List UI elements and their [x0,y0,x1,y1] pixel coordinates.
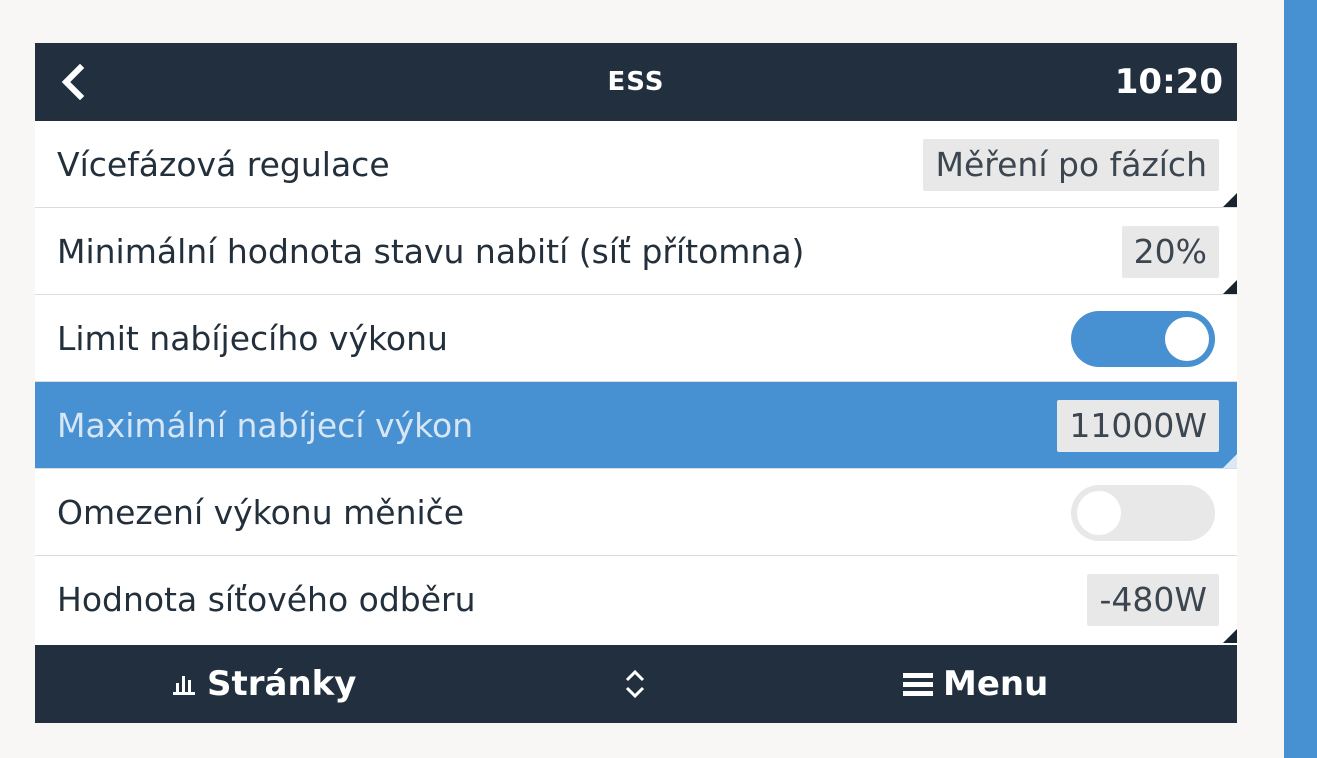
page-title: ESS [607,67,665,97]
setting-row-charge-power-limit[interactable]: Limit nabíjecího výkonu [35,295,1237,382]
pages-button[interactable]: Stránky [173,645,356,723]
side-accent-bar [1284,0,1317,758]
setting-value[interactable]: 11000W [1057,400,1219,452]
scroll-button[interactable] [615,659,655,709]
setting-label: Limit nabíjecího výkonu [57,319,448,358]
pages-label: Stránky [207,664,357,704]
setting-value[interactable]: Měření po fázích [923,139,1219,191]
device-screen: ESS 10:20 Vícefázová regulace Měření po … [35,43,1237,723]
setting-row-grid-setpoint[interactable]: Hodnota síťového odběru -480W [35,556,1237,643]
edit-corner-indicator [1223,629,1237,643]
setting-row-inverter-power-limit[interactable]: Omezení výkonu měniče [35,469,1237,556]
setting-value[interactable]: -480W [1087,574,1219,626]
hamburger-menu-icon [903,673,933,696]
setting-label: Hodnota síťového odběru [57,580,476,619]
setting-label: Vícefázová regulace [57,145,390,184]
charge-limit-toggle[interactable] [1071,311,1215,367]
inverter-limit-toggle[interactable] [1071,485,1215,541]
setting-row-max-charge-power[interactable]: Maximální nabíjecí výkon 11000W [35,382,1237,469]
menu-button[interactable]: Menu [903,645,1048,723]
bar-chart-icon [173,676,195,695]
toggle-knob [1077,491,1121,535]
setting-row-multiphase-regulation[interactable]: Vícefázová regulace Měření po fázích [35,121,1237,208]
toggle-knob [1165,317,1209,361]
edit-corner-indicator [1223,454,1237,468]
bottom-bar: Stránky Menu [35,645,1237,723]
menu-label: Menu [943,664,1049,704]
edit-corner-indicator [1223,193,1237,207]
clock: 10:20 [1114,62,1223,102]
up-down-chevron-icon [625,669,645,699]
setting-label: Minimální hodnota stavu nabití (síť přít… [57,232,805,271]
edit-corner-indicator [1223,280,1237,294]
setting-label: Omezení výkonu měniče [57,493,465,532]
setting-row-min-soc[interactable]: Minimální hodnota stavu nabití (síť přít… [35,208,1237,295]
setting-value[interactable]: 20% [1121,226,1219,278]
settings-list: Vícefázová regulace Měření po fázích Min… [35,121,1237,643]
setting-label: Maximální nabíjecí výkon [57,406,474,445]
title-bar: ESS 10:20 [35,43,1237,121]
